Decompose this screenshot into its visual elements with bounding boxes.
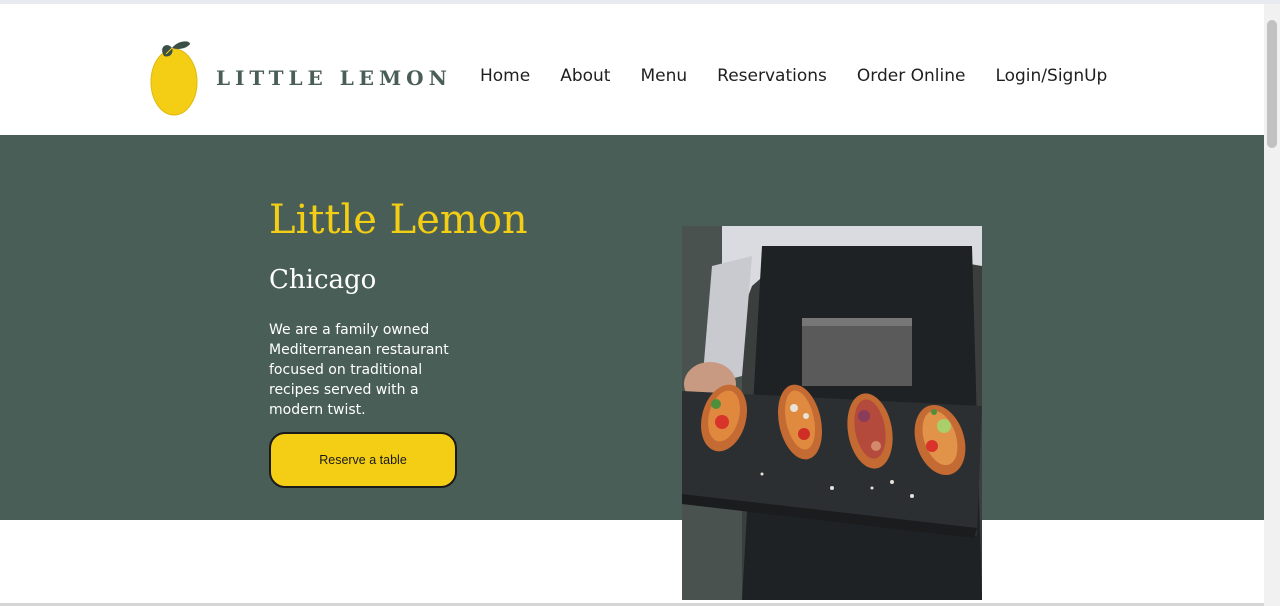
site-header: LITTLE LEMON Home About Menu Reservation… (0, 4, 1264, 135)
reserve-table-button[interactable]: Reserve a table (269, 432, 457, 488)
hero-section: Little Lemon Chicago We are a family own… (0, 135, 1264, 520)
hero-title: Little Lemon (269, 197, 528, 243)
main-nav: Home About Menu Reservations Order Onlin… (480, 66, 1107, 86)
nav-item-about[interactable]: About (560, 66, 610, 86)
hero-description: We are a family owned Mediterranean rest… (269, 322, 449, 418)
scrollbar-thumb[interactable] (1267, 20, 1277, 148)
nav-item-home[interactable]: Home (480, 66, 530, 86)
logo[interactable]: LITTLE LEMON (150, 38, 452, 118)
food-photo-bruschetta (682, 226, 982, 600)
nav-item-order-online[interactable]: Order Online (857, 66, 966, 86)
lemon-icon (150, 41, 198, 116)
hero-subtitle: Chicago (269, 265, 377, 295)
page-scrollbar[interactable] (1264, 4, 1280, 606)
nav-item-menu[interactable]: Menu (640, 66, 687, 86)
logo-text: LITTLE LEMON (216, 66, 452, 90)
hero-image (682, 226, 982, 600)
nav-item-login-signup[interactable]: Login/SignUp (995, 66, 1107, 86)
nav-item-reservations[interactable]: Reservations (717, 66, 827, 86)
